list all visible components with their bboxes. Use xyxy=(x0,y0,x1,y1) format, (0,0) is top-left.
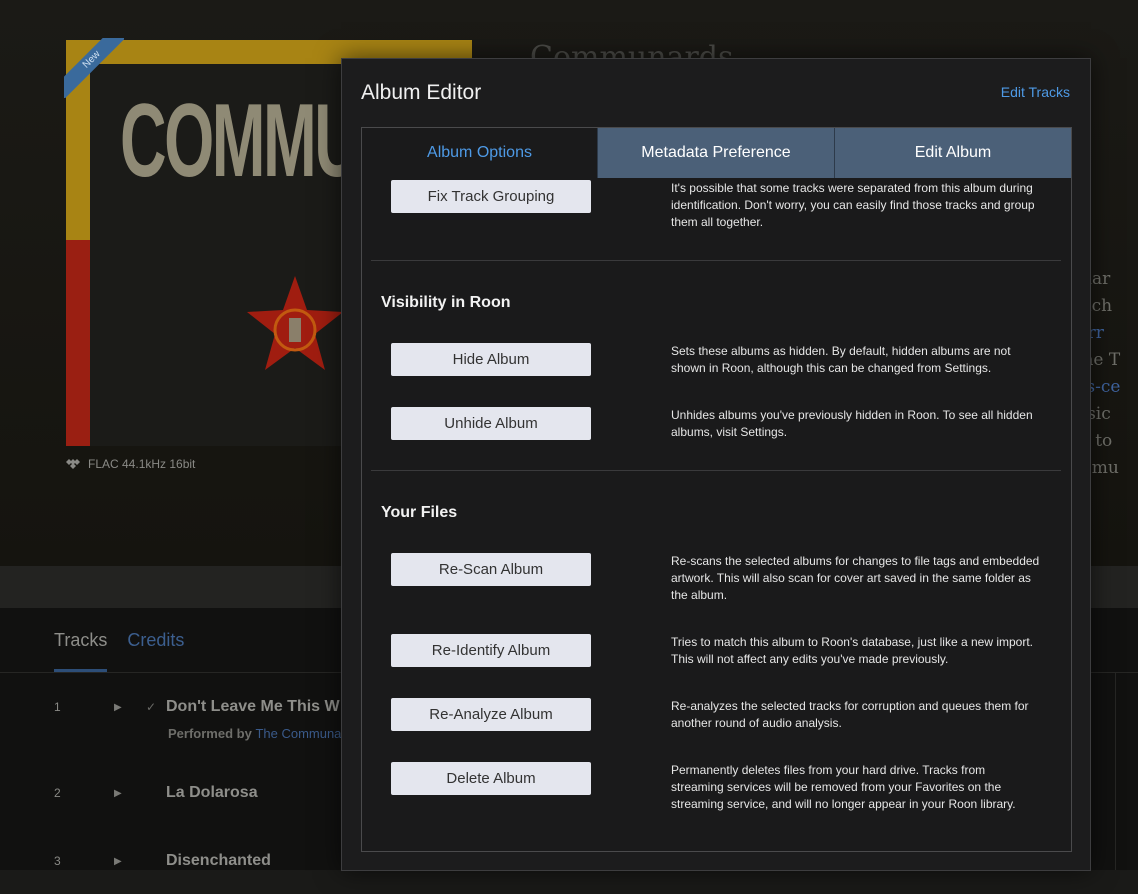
album-editor-dialog: Album Editor Edit Tracks Album Options M… xyxy=(341,58,1091,871)
fix-track-grouping-description: It's possible that some tracks were sepa… xyxy=(671,181,1035,229)
reanalyze-album-button[interactable]: Re-Analyze Album xyxy=(391,698,591,731)
tab-credits[interactable]: Credits xyxy=(127,630,184,672)
play-icon[interactable]: ▶ xyxy=(114,788,146,799)
track-title[interactable]: Don't Leave Me This W xyxy=(166,698,340,716)
section-divider xyxy=(371,470,1061,471)
star-emblem-icon xyxy=(247,276,343,370)
track-row[interactable]: 3 ▶ Disenchanted xyxy=(54,852,271,870)
bottom-bar xyxy=(0,870,1138,894)
track-row[interactable]: 2 ▶ La Dolarosa xyxy=(54,784,258,802)
track-title[interactable]: Disenchanted xyxy=(166,852,271,870)
fix-track-grouping-button[interactable]: Fix Track Grouping xyxy=(391,180,591,213)
format-text: FLAC 44.1kHz 16bit xyxy=(88,457,196,471)
tab-album-options[interactable]: Album Options xyxy=(362,128,597,178)
visibility-heading: Visibility in Roon xyxy=(381,294,511,311)
reidentify-album-button[interactable]: Re-Identify Album xyxy=(391,634,591,667)
rescan-album-button[interactable]: Re-Scan Album xyxy=(391,553,591,586)
editor-tabs: Album Options Metadata Preference Edit A… xyxy=(362,128,1071,178)
column-divider xyxy=(1115,673,1116,873)
play-icon[interactable]: ▶ xyxy=(114,856,146,867)
editor-panel: Album Options Metadata Preference Edit A… xyxy=(361,127,1072,852)
unhide-album-description: Unhides albums you've previously hidden … xyxy=(671,408,1033,439)
tab-metadata-preference[interactable]: Metadata Preference xyxy=(597,128,834,178)
hide-album-description: Sets these albums as hidden. By default,… xyxy=(671,344,1011,375)
checkmark-icon: ✓ xyxy=(146,700,157,714)
dialog-title: Album Editor xyxy=(361,81,482,104)
track-row[interactable]: 1 ▶ ✓ Don't Leave Me This W xyxy=(54,698,340,716)
edit-tracks-link[interactable]: Edit Tracks xyxy=(1001,84,1070,100)
rescan-album-description: Re-scans the selected albums for changes… xyxy=(671,554,1040,602)
tab-edit-album[interactable]: Edit Album xyxy=(834,128,1071,178)
new-badge-label: New xyxy=(64,38,124,98)
reanalyze-album-description: Re-analyzes the selected tracks for corr… xyxy=(671,699,1029,730)
track-number: 3 xyxy=(54,854,61,868)
delete-album-button[interactable]: Delete Album xyxy=(391,762,591,795)
page-tabs: Tracks Credits xyxy=(54,630,184,672)
track-number: 1 xyxy=(54,700,61,714)
reidentify-album-description: Tries to match this album to Roon's data… xyxy=(671,635,1034,666)
unhide-album-button[interactable]: Unhide Album xyxy=(391,407,591,440)
tidal-icon xyxy=(66,459,80,469)
new-badge: New xyxy=(64,38,124,98)
your-files-heading: Your Files xyxy=(381,504,458,521)
performer-link[interactable]: The Communa xyxy=(255,726,341,741)
play-icon[interactable]: ▶ xyxy=(114,702,146,713)
track-title[interactable]: La Dolarosa xyxy=(166,784,258,802)
hide-album-button[interactable]: Hide Album xyxy=(391,343,591,376)
section-divider xyxy=(371,260,1061,261)
tab-tracks[interactable]: Tracks xyxy=(54,630,108,672)
performed-by-label: Performed by xyxy=(168,726,252,741)
track-number: 2 xyxy=(54,786,61,800)
track-performer: Performed by The Communa xyxy=(168,726,341,741)
delete-album-description: Permanently deletes files from your hard… xyxy=(671,763,1016,811)
format-info: FLAC 44.1kHz 16bit xyxy=(66,457,195,471)
